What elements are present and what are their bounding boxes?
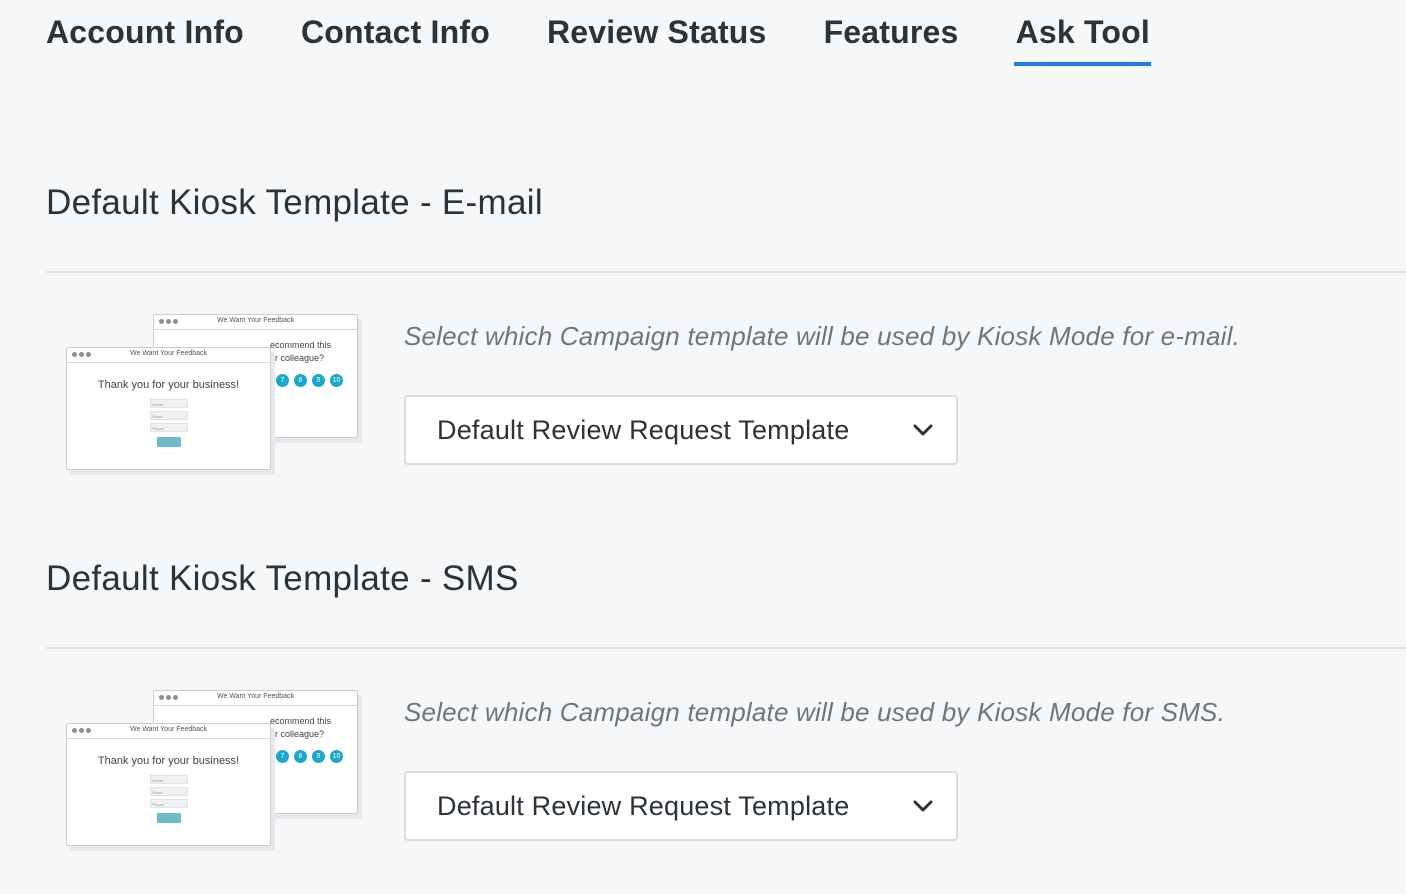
tab-features[interactable]: Features (824, 14, 959, 61)
chevron-down-icon (913, 424, 933, 436)
section-description-email: Select which Campaign template will be u… (404, 321, 1241, 351)
tab-ask-tool[interactable]: Ask Tool (1013, 14, 1152, 66)
email-template-section: Default Kiosk Template - E-mail We Want … (46, 183, 1406, 483)
template-preview-image: We Want Your Feedback ecommend this or c… (66, 313, 366, 483)
tab-contact-info[interactable]: Contact Info (301, 14, 490, 61)
sms-template-section: Default Kiosk Template - SMS We Want You… (46, 559, 1406, 859)
sms-template-select[interactable]: Default Review Request Template (404, 771, 958, 841)
preview-front-card: We Want Your Feedback Thank you for your… (66, 723, 271, 846)
divider (46, 271, 1406, 273)
section-description-sms: Select which Campaign template will be u… (404, 697, 1226, 727)
template-preview-image: We Want Your Feedback ecommend this or c… (66, 689, 366, 859)
section-title-email: Default Kiosk Template - E-mail (46, 183, 543, 222)
divider (46, 647, 1406, 649)
section-title-sms: Default Kiosk Template - SMS (46, 559, 519, 598)
tab-review-status[interactable]: Review Status (547, 14, 767, 61)
tab-bar: Account Info Contact Info Review Status … (46, 14, 1207, 66)
tab-account-info[interactable]: Account Info (46, 14, 244, 61)
email-template-select[interactable]: Default Review Request Template (404, 395, 958, 465)
select-value: Default Review Request Template (437, 790, 850, 821)
select-value: Default Review Request Template (437, 414, 850, 445)
chevron-down-icon (913, 800, 933, 812)
preview-front-card: We Want Your Feedback Thank you for your… (66, 347, 271, 470)
